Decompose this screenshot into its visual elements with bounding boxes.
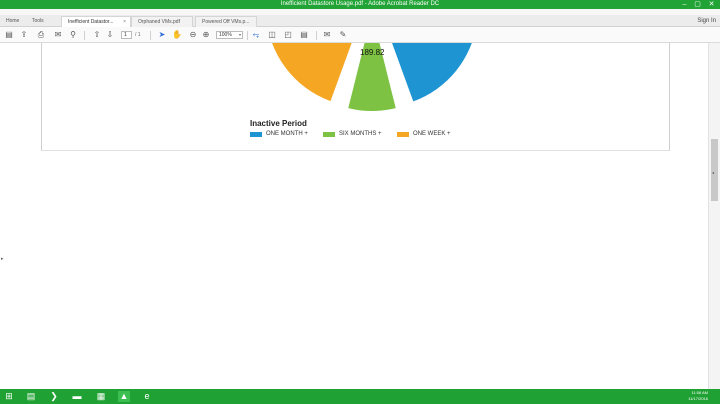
upload-icon[interactable]: ⇪ xyxy=(19,30,29,40)
toolbar-divider xyxy=(84,31,85,40)
pie-slice-one-week xyxy=(272,43,352,102)
toolbar-divider xyxy=(150,31,151,40)
internet-explorer-icon[interactable]: e xyxy=(141,391,153,402)
pie-slice-one-month xyxy=(392,43,472,102)
data-label-six-months: 189.82 xyxy=(360,48,385,57)
right-panel-toggle-icon[interactable]: ◂ xyxy=(712,170,714,175)
zoom-out-icon[interactable]: ⊖ xyxy=(188,30,198,40)
select-cursor-icon[interactable]: ➤ xyxy=(157,30,167,40)
fit-page-icon[interactable]: ⥆ xyxy=(251,30,261,40)
toolbar-divider xyxy=(247,31,248,40)
left-panel-toggle-icon[interactable]: ▸ xyxy=(1,256,4,262)
windows-taskbar: ⊞ ▤ ❯ ▬ ▦ ▲ e 11:58 AM 11/17/2016 xyxy=(0,389,720,404)
legend-swatch xyxy=(397,132,409,137)
zoom-in-icon[interactable]: ⊕ xyxy=(201,30,211,40)
window-title: Inefficient Datastore Usage.pdf - Adobe … xyxy=(280,1,440,7)
system-clock[interactable]: 11:58 AM 11/17/2016 xyxy=(688,390,708,402)
tab-orphaned-vms[interactable]: Orphaned VMs.pdf xyxy=(131,16,193,27)
maximize-button[interactable]: ▢ xyxy=(692,0,703,9)
tab-powered-off-vms[interactable]: Powered Off VMs.p... xyxy=(195,16,257,27)
rotate-icon[interactable]: ◰ xyxy=(283,30,293,40)
excel-icon[interactable]: ▦ xyxy=(95,391,107,402)
tab-label: Inefficient Datastor... xyxy=(68,19,114,25)
legend-title: Inactive Period xyxy=(250,119,307,128)
close-window-button[interactable]: ✕ xyxy=(706,0,717,9)
print-icon[interactable]: ⎙ xyxy=(36,30,46,40)
search-icon[interactable]: ⚲ xyxy=(68,30,78,40)
sign-in-link[interactable]: Sign In xyxy=(697,15,716,27)
acrobat-reader-icon[interactable]: ▲ xyxy=(118,391,130,402)
previous-page-icon[interactable]: ⇧ xyxy=(92,30,102,40)
tab-label: Powered Off VMs.p... xyxy=(202,19,250,25)
powershell-icon[interactable]: ❯ xyxy=(48,391,60,402)
clock-date: 11/17/2016 xyxy=(688,396,708,401)
legend-swatch xyxy=(323,132,335,137)
minimize-button[interactable]: – xyxy=(679,0,690,9)
tab-inefficient-datastore[interactable]: Inefficient Datastor... × xyxy=(61,16,131,27)
legend-label: SIX MONTHS + xyxy=(339,131,382,137)
server-manager-icon[interactable]: ▤ xyxy=(25,391,37,402)
highlight-pen-icon[interactable]: ✎ xyxy=(338,30,348,40)
zoom-select[interactable]: 100% ▾ xyxy=(216,31,243,39)
toolbar: ▤ ⇪ ⎙ ✉ ⚲ ⇧ ⇩ 1 / 1 ➤ ✋ ⊖ ⊕ 100% ▾ ⥆ ◫ ◰… xyxy=(0,27,720,43)
comment-icon[interactable]: ✉ xyxy=(322,30,332,40)
acrobat-window: Inefficient Datastore Usage.pdf - Adobe … xyxy=(0,0,720,404)
toolbar-divider xyxy=(316,31,317,40)
legend-label: ONE WEEK + xyxy=(413,131,451,137)
email-icon[interactable]: ✉ xyxy=(53,30,63,40)
legend-swatch xyxy=(250,132,262,137)
start-button-icon[interactable]: ⊞ xyxy=(3,391,15,402)
page-number-input[interactable]: 1 xyxy=(121,31,132,39)
chevron-down-icon: ▾ xyxy=(238,32,241,37)
vertical-scrollbar[interactable]: ◂ xyxy=(708,43,720,389)
zoom-value: 100% xyxy=(219,32,232,38)
legend-label: ONE MONTH + xyxy=(266,131,308,137)
read-mode-icon[interactable]: ▤ xyxy=(299,30,309,40)
file-explorer-icon[interactable]: ▬ xyxy=(71,391,83,402)
next-page-icon[interactable]: ⇩ xyxy=(105,30,115,40)
tab-label: Orphaned VMs.pdf xyxy=(138,19,180,25)
title-bar: Inefficient Datastore Usage.pdf - Adobe … xyxy=(0,0,720,9)
hand-tool-icon[interactable]: ✋ xyxy=(172,30,182,40)
tools-tab[interactable]: Tools xyxy=(32,16,44,27)
tab-bar: Home Tools Inefficient Datastor... × Orp… xyxy=(0,15,720,27)
page-total: / 1 xyxy=(135,32,141,38)
scrolling-mode-icon[interactable]: ◫ xyxy=(267,30,277,40)
document-area[interactable]: 189.82 Inactive Period ONE MONTH + SIX M… xyxy=(0,43,708,389)
home-tab[interactable]: Home xyxy=(6,16,19,27)
save-icon[interactable]: ▤ xyxy=(4,30,14,40)
pdf-page: 189.82 Inactive Period ONE MONTH + SIX M… xyxy=(41,43,670,151)
